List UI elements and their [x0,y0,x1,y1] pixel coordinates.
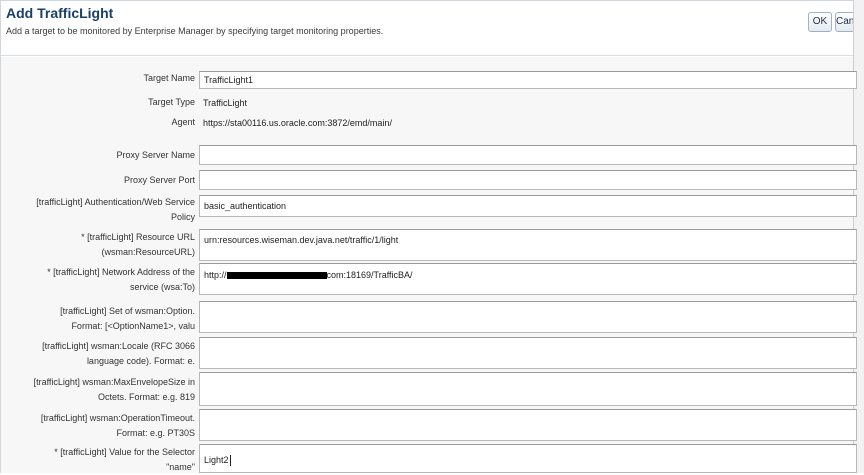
wsman-operation-timeout-label: [trafficLight] wsman:OperationTimeout. F… [7,411,195,441]
network-address-label-line2: service (wsa:To) [129,282,195,292]
network-address-value-suffix: com:18169/TrafficBA/ [326,270,413,280]
wsman-max-envelope-label-line2: Octets. Format: e.g. 819 [97,392,195,402]
wsman-option-label: [trafficLight] Set of wsman:Option. Form… [7,304,195,334]
dialog-title: Add TrafficLight [6,5,114,21]
network-address-label-line1: * [trafficLight] Network Address of the [47,267,195,277]
target-name-label: Target Name [143,73,195,83]
wsman-operation-timeout-input[interactable] [199,409,857,441]
text-cursor [229,455,231,467]
network-address-value-prefix: http:// [204,270,227,280]
wsman-operation-timeout-label-line2: Format: e.g. PT30S [116,428,195,438]
dialog-header: Add TrafficLight Add a target to be moni… [1,1,853,57]
wsman-max-envelope-label-line1: [trafficLight] wsman:MaxEnvelopeSize in [33,377,195,387]
target-type-label: Target Type [148,97,195,107]
auth-policy-value: basic_authentication [204,201,287,211]
resource-url-input[interactable]: urn:resources.wiseman.dev.java.net/traff… [199,229,857,261]
wsman-option-label-line2: Format: [<OptionName1>, valu [71,321,195,331]
wsman-locale-input[interactable] [199,337,857,369]
ok-button[interactable]: OK [808,12,832,32]
wsman-max-envelope-input[interactable] [199,372,857,406]
resource-url-value: urn:resources.wiseman.dev.java.net/traff… [204,235,399,245]
auth-policy-label: [trafficLight] Authentication/Web Servic… [7,195,195,225]
selector-name-input[interactable]: Light2 [199,444,857,473]
dialog-description: Add a target to be monitored by Enterpri… [6,26,384,36]
proxy-server-port-input[interactable] [199,170,857,190]
network-address-input[interactable]: http:// com:18169/TrafficBA/ [199,263,857,295]
resource-url-label-line2: (wsman:ResourceURL) [101,247,195,257]
auth-policy-input[interactable]: basic_authentication [199,195,857,217]
properties-form: Target Name TrafficLight1 Target Type Tr… [1,57,857,475]
network-address-label: * [trafficLight] Network Address of the … [7,265,195,295]
proxy-server-name-input[interactable] [199,145,857,165]
target-name-value: TrafficLight1 [204,75,254,85]
agent-label: Agent [171,117,195,127]
wsman-option-input[interactable] [199,301,857,333]
target-name-input[interactable]: TrafficLight1 [199,71,857,89]
proxy-server-name-label: Proxy Server Name [116,150,195,160]
auth-policy-label-line2: Policy [170,212,195,222]
wsman-option-label-line1: [trafficLight] Set of wsman:Option. [60,306,195,316]
selector-name-label-line1: * [trafficLight] Value for the Selector [54,447,195,457]
wsman-operation-timeout-label-line1: [trafficLight] wsman:OperationTimeout. [40,413,195,423]
target-type-value: TrafficLight [203,98,248,108]
wsman-locale-label-line1: [trafficLight] wsman:Locale (RFC 3066 [42,341,195,351]
redacted-host-block [226,272,327,280]
wsman-locale-label: [trafficLight] wsman:Locale (RFC 3066 la… [7,339,195,369]
selector-name-value: Light2 [204,455,229,465]
wsman-max-envelope-label: [trafficLight] wsman:MaxEnvelopeSize in … [7,375,195,405]
resource-url-label: * [trafficLight] Resource URL (wsman:Res… [7,230,195,260]
resource-url-label-line1: * [trafficLight] Resource URL [81,232,195,242]
header-divider [1,55,853,56]
proxy-server-port-label: Proxy Server Port [123,175,195,185]
auth-policy-label-line1: [trafficLight] Authentication/Web Servic… [36,197,195,207]
agent-value: https://sta00116.us.oracle.com:3872/emd/… [203,118,392,128]
selector-name-label: * [trafficLight] Value for the Selector … [7,445,195,475]
wsman-locale-label-line2: language code). Format: e. [86,356,195,366]
